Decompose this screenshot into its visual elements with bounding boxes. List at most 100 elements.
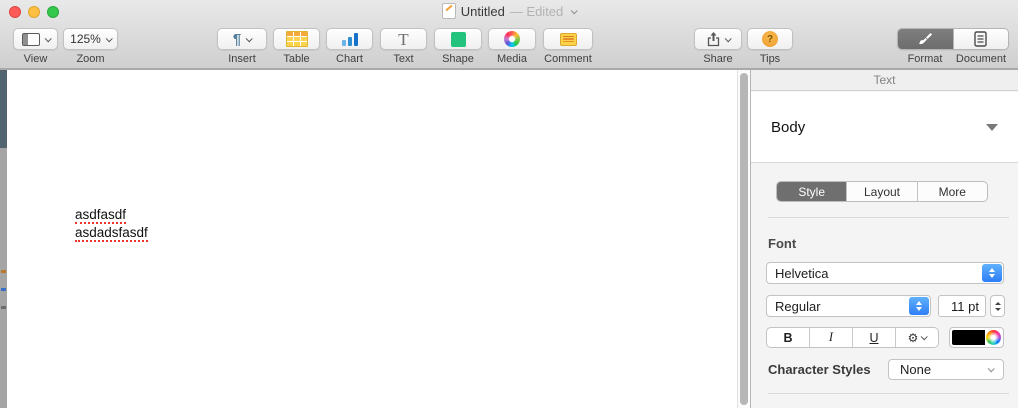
inspector-tabs: Style Layout More — [776, 181, 988, 202]
view-button[interactable] — [13, 28, 58, 50]
stepper-icon[interactable] — [982, 264, 1002, 282]
toolbar-group-share: Share — [694, 28, 742, 65]
view-panel-icon — [21, 32, 40, 46]
paintbrush-icon — [919, 33, 933, 45]
toolbar-group-shape: Shape — [434, 28, 482, 65]
inspector-header: Text — [751, 70, 1018, 91]
tips-button[interactable]: ? — [747, 28, 793, 50]
window-title: Untitled — [460, 3, 505, 19]
misspelled-word[interactable]: asdfasdf — [75, 207, 127, 224]
table-label: Table — [283, 53, 310, 65]
stepper-icon[interactable] — [909, 297, 929, 315]
document-canvas[interactable]: asdfasdf asdadsfasdf — [7, 70, 737, 408]
toolbar-group-chart: Chart — [326, 28, 373, 65]
vertical-scrollbar-track[interactable] — [737, 70, 750, 408]
toolbar-group-view: View — [13, 28, 58, 65]
font-size-field[interactable]: 11 pt — [938, 295, 986, 317]
chevron-down-icon — [987, 365, 995, 373]
document-button[interactable] — [952, 29, 1008, 49]
comment-note-icon — [559, 32, 577, 46]
toolbar-group-text: T Text — [380, 28, 427, 65]
format-inspector: Text Body Style Layout More Font Helveti… — [750, 70, 1018, 408]
document-icon — [974, 31, 987, 47]
share-label: Share — [703, 53, 733, 65]
font-size-stepper[interactable] — [990, 295, 1005, 317]
color-wheel-icon[interactable] — [986, 330, 1001, 345]
text-color-swatch[interactable] — [952, 330, 985, 345]
chevron-down-icon — [921, 333, 929, 341]
italic-button[interactable]: I — [809, 328, 852, 347]
character-styles-select[interactable]: None — [888, 359, 1004, 380]
format-document-segmented-control — [897, 28, 1009, 50]
document-label: Document — [955, 53, 1007, 65]
zoom-button[interactable]: 125% — [63, 28, 118, 50]
character-styles-value: None — [900, 362, 932, 377]
title-chevron-down-icon[interactable] — [570, 6, 579, 14]
edited-status: — Edited — [509, 3, 564, 19]
pilcrow-icon: ¶ — [232, 30, 242, 48]
toolbar-group-media: Media — [488, 28, 536, 65]
table-button[interactable] — [273, 28, 320, 50]
toolbar-group-tips: ? Tips — [747, 28, 793, 65]
bar-chart-icon — [341, 32, 358, 46]
paragraph-style-row[interactable]: Body — [751, 92, 1018, 163]
chevron-down-icon — [105, 34, 113, 42]
titlebar: Untitled — Edited — [0, 0, 1018, 22]
chart-button[interactable] — [326, 28, 373, 50]
gear-icon: ⚙ — [907, 330, 919, 345]
vertical-scrollbar-thumb[interactable] — [740, 73, 748, 405]
window-header: Untitled — Edited View 125% Zoom ¶ Inser… — [0, 0, 1018, 69]
comment-button[interactable] — [543, 28, 593, 50]
chevron-down-icon — [44, 34, 52, 42]
tips-label: Tips — [759, 53, 781, 65]
font-section-title: Font — [768, 236, 797, 251]
text-style-segmented-control: B I U ⚙ — [766, 327, 939, 348]
toolbar-group-insert: ¶ Insert — [217, 28, 267, 65]
view-label: View — [23, 53, 48, 65]
font-size-value: 11 pt — [951, 298, 979, 314]
text-button[interactable]: T — [380, 28, 427, 50]
shape-square-icon — [450, 31, 466, 47]
pages-document-icon — [441, 3, 456, 19]
pages-window: Untitled — Edited View 125% Zoom ¶ Inser… — [0, 0, 1018, 408]
insert-button[interactable]: ¶ — [217, 28, 267, 50]
tab-layout[interactable]: Layout — [846, 182, 916, 201]
toolbar-group-format-document: Format Document — [897, 28, 1009, 65]
media-button[interactable] — [488, 28, 536, 50]
document-line: asdfasdf — [75, 206, 148, 224]
chevron-down-icon — [245, 34, 253, 42]
format-label: Format — [907, 53, 943, 65]
divider — [768, 217, 1009, 218]
underline-button[interactable]: U — [852, 328, 895, 347]
zoom-value: 125% — [70, 32, 101, 46]
font-family-select[interactable]: Helvetica — [766, 262, 1004, 284]
chevron-down-icon — [724, 34, 732, 42]
tab-more[interactable]: More — [916, 182, 987, 201]
chart-label: Chart — [336, 53, 363, 65]
zoom-label: Zoom — [76, 53, 105, 65]
toolbar-group-table: Table — [273, 28, 320, 65]
format-button[interactable] — [898, 29, 953, 49]
toolbar-group-zoom: 125% Zoom — [63, 28, 118, 65]
divider — [768, 393, 1009, 394]
font-weight-value: Regular — [775, 298, 821, 314]
bold-button[interactable]: B — [767, 328, 809, 347]
toolbar-group-comment: Comment — [543, 28, 593, 65]
tab-style[interactable]: Style — [777, 182, 847, 201]
character-styles-label: Character Styles — [768, 362, 871, 377]
text-color-well[interactable] — [949, 327, 1004, 348]
advanced-options-button[interactable]: ⚙ — [895, 328, 938, 347]
background-window-sliver — [0, 70, 7, 408]
share-icon — [707, 32, 719, 47]
font-weight-select[interactable]: Regular — [766, 295, 931, 317]
shape-button[interactable] — [434, 28, 482, 50]
document-text-block[interactable]: asdfasdf asdadsfasdf — [75, 206, 148, 242]
disclosure-triangle-icon[interactable] — [986, 123, 998, 131]
text-label: Text — [393, 53, 414, 65]
document-line: asdadsfasdf — [75, 224, 148, 242]
shape-label: Shape — [442, 53, 474, 65]
question-mark-icon: ? — [762, 31, 778, 47]
share-button[interactable] — [694, 28, 742, 50]
comment-label: Comment — [544, 53, 592, 65]
misspelled-word[interactable]: asdadsfasdf — [75, 225, 148, 242]
